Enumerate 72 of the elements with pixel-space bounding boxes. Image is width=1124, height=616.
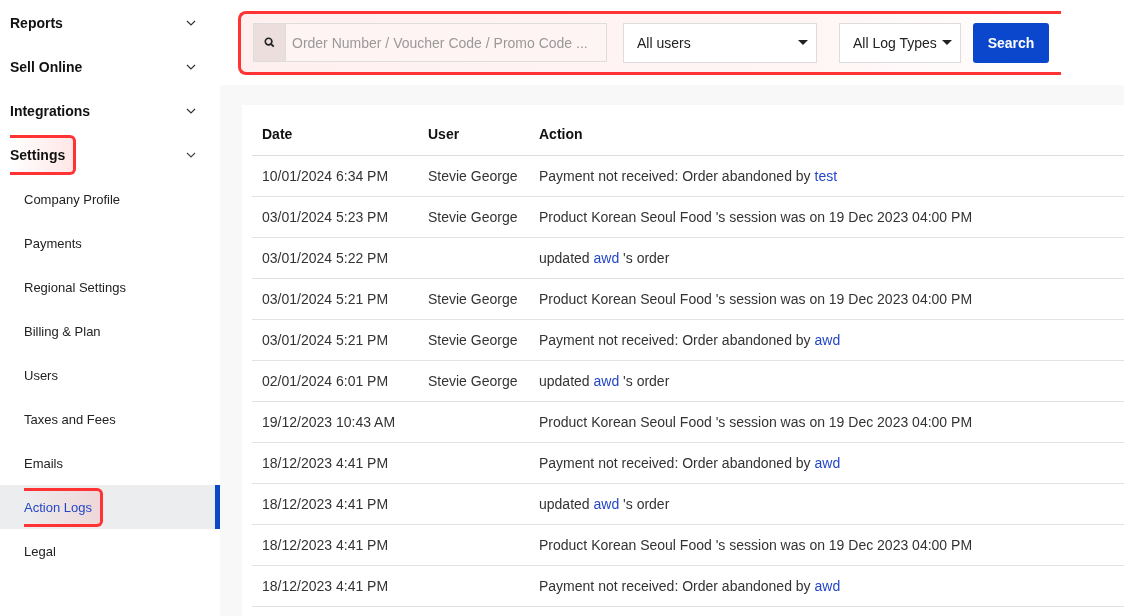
action-cell: updated awd 's order xyxy=(529,360,1124,402)
nav-item[interactable]: Taxes and Fees xyxy=(0,397,220,441)
nav-item-label: Taxes and Fees xyxy=(24,410,116,429)
user-cell: Stevie George xyxy=(418,319,529,361)
date-cell: 03/01/2024 5:22 PM xyxy=(252,237,418,279)
nav-item[interactable]: Legal xyxy=(0,529,220,573)
date-cell: 02/01/2024 6:01 PM xyxy=(252,360,418,402)
nav-item[interactable]: Regional Settings xyxy=(0,265,220,309)
nav-section-label: Sell Online xyxy=(10,58,83,77)
action-cell: Payment not received: Order abandoned by awd xyxy=(529,319,1124,361)
chevron-icon xyxy=(186,108,196,114)
date-cell: 03/01/2024 5:23 PM xyxy=(252,196,418,238)
column-header: Date xyxy=(252,113,418,156)
chevron-icon xyxy=(186,64,196,70)
date-cell: 18/12/2023 4:41 PM xyxy=(252,483,418,525)
user-link[interactable]: awd xyxy=(814,455,841,471)
nav-item[interactable]: Action Logs xyxy=(0,485,220,529)
nav-item-label: Users xyxy=(24,366,58,385)
user-cell: Stevie George xyxy=(418,196,529,238)
user-cell: Stevie George xyxy=(418,278,529,320)
action-cell: updated awd 's order xyxy=(529,237,1124,279)
nav-section-label: Reports xyxy=(10,14,63,33)
chevron-icon xyxy=(186,20,196,26)
user-link[interactable]: awd xyxy=(814,332,841,348)
date-cell: 18/12/2023 4:41 PM xyxy=(252,442,418,484)
action-cell: Product Korean Seoul Food 's session was on 19 Dec 2023 04:00 PM xyxy=(529,401,1124,443)
user-link[interactable]: awd xyxy=(593,496,620,512)
date-cell: 18/12/2023 4:41 PM xyxy=(252,524,418,566)
date-cell: 19/12/2023 10:43 AM xyxy=(252,401,418,443)
nav-item-label: Billing & Plan xyxy=(24,322,101,341)
nav-item[interactable]: Users xyxy=(0,353,220,397)
action-cell: Payment not received: Order abandoned by awd xyxy=(529,565,1124,607)
date-cell: 03/01/2024 5:21 PM xyxy=(252,278,418,320)
action-cell: Product Korean Seoul Food 's session was on 19 Dec 2023 04:00 PM xyxy=(529,196,1124,238)
column-header: User xyxy=(418,113,529,156)
chevron-icon xyxy=(186,152,196,158)
nav-section[interactable]: Sell Online xyxy=(0,45,220,89)
nav-item-label: Company Profile xyxy=(24,190,121,209)
nav-item-label: Payments xyxy=(24,234,82,253)
nav-section-label: Integrations xyxy=(10,102,91,121)
search-icon xyxy=(253,23,286,62)
nav-item[interactable]: Billing & Plan xyxy=(0,309,220,353)
nav-item-label: Regional Settings xyxy=(24,278,126,297)
nav-section[interactable]: Settings xyxy=(0,133,220,177)
nav-item-label: Legal xyxy=(24,542,56,561)
search-field[interactable]: Order Number / Voucher Code / Promo Code ... xyxy=(286,23,607,62)
user-link[interactable]: awd xyxy=(814,578,841,594)
user-link[interactable]: awd xyxy=(593,373,620,389)
log-type-select[interactable]: All Log Types xyxy=(839,22,961,63)
nav-item[interactable]: Emails xyxy=(0,441,220,485)
user-cell: Stevie George xyxy=(418,155,529,197)
nav-section[interactable]: Integrations xyxy=(0,89,220,133)
action-cell: Payment not received: Order abandoned by test xyxy=(529,155,1124,197)
nav-item-label: Action Logs xyxy=(24,487,103,527)
user-select[interactable]: All users xyxy=(623,22,817,63)
date-cell: 03/01/2024 5:21 PM xyxy=(252,319,418,361)
date-cell: 10/01/2024 6:34 PM xyxy=(252,155,418,197)
nav-item[interactable]: Company Profile xyxy=(0,177,220,221)
action-cell: Product Korean Seoul Food 's session was on 19 Dec 2023 04:00 PM xyxy=(529,524,1124,566)
date-cell: 18/12/2023 4:41 PM xyxy=(252,565,418,607)
column-header: Action xyxy=(529,113,1124,156)
nav-item[interactable]: Payments xyxy=(0,221,220,265)
action-cell: Product Korean Seoul Food 's session was on 19 Dec 2023 04:00 PM xyxy=(529,278,1124,320)
user-cell: Stevie George xyxy=(418,360,529,402)
nav-section[interactable]: Reports xyxy=(0,1,220,45)
nav-item-label: Emails xyxy=(24,454,63,473)
action-cell: updated awd 's order xyxy=(529,483,1124,525)
search-button[interactable]: Search xyxy=(973,22,1049,63)
user-link[interactable]: test xyxy=(814,168,838,184)
user-link[interactable]: awd xyxy=(593,250,620,266)
action-cell: Payment not received: Order abandoned by awd xyxy=(529,442,1124,484)
nav-section-label: Settings xyxy=(10,135,77,175)
